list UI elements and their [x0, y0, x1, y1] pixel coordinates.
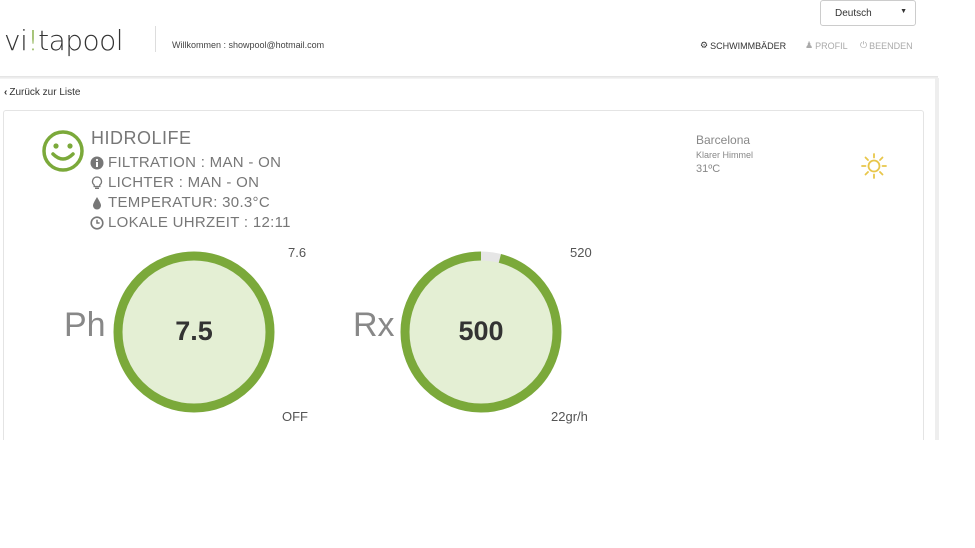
language-select[interactable]: Deutsch ▼ [820, 0, 916, 26]
local-time-status: LOKALE UHRZEIT : 12:11 [90, 214, 291, 231]
water-drop-icon [93, 196, 101, 209]
chevron-left-icon: ‹ [4, 87, 8, 98]
info-icon [90, 156, 104, 169]
ph-pump-status: OFF [282, 409, 308, 424]
rx-label: Rx [353, 306, 395, 344]
scrollbar-track[interactable] [935, 78, 939, 440]
rx-production: 22gr/h [551, 409, 588, 424]
welcome-text: Willkommen : showpool@hotmail.com [172, 40, 325, 50]
ph-setpoint: 7.6 [288, 245, 307, 260]
chevron-down-icon: ▼ [900, 8, 907, 15]
header-shadow [0, 76, 938, 79]
nav-pools-link[interactable]: ⚙ SCHWIMMBÄDER [700, 40, 786, 51]
ph-value: 7.5 [175, 316, 213, 346]
rx-value: 500 [458, 316, 504, 346]
sun-icon [861, 153, 887, 179]
header-divider [155, 26, 156, 52]
nav-logout-link[interactable]: ⏻ BEENDEN [860, 40, 913, 51]
clock-icon [90, 215, 104, 230]
rx-setpoint: 520 [570, 245, 592, 260]
filtration-status: FILTRATION : MAN - ON [90, 154, 281, 171]
power-icon: ⏻ [860, 40, 868, 50]
user-icon: ♟ [805, 40, 814, 50]
gear-icon: ⚙ [700, 40, 709, 50]
temperature-status: TEMPERATUR: 30.3°C [90, 194, 270, 211]
back-to-list-link[interactable]: ‹ Zurück zur Liste [4, 87, 80, 98]
weather-city: Barcelona [696, 133, 751, 147]
nav-profile-link[interactable]: ♟ PROFIL [805, 40, 848, 51]
weather-temperature: 31ºC [696, 163, 721, 175]
ph-label: Ph [64, 306, 106, 344]
weather-condition: Klarer Himmel [696, 150, 754, 160]
language-selected: Deutsch [835, 8, 872, 19]
lightbulb-icon [91, 175, 103, 189]
pool-name[interactable]: HIDROLIFE [91, 128, 192, 149]
smiley-icon [42, 130, 84, 172]
lights-status: LICHTER : MAN - ON [90, 174, 259, 191]
vistapool-logo[interactable]: vi!tapool [4, 24, 124, 57]
